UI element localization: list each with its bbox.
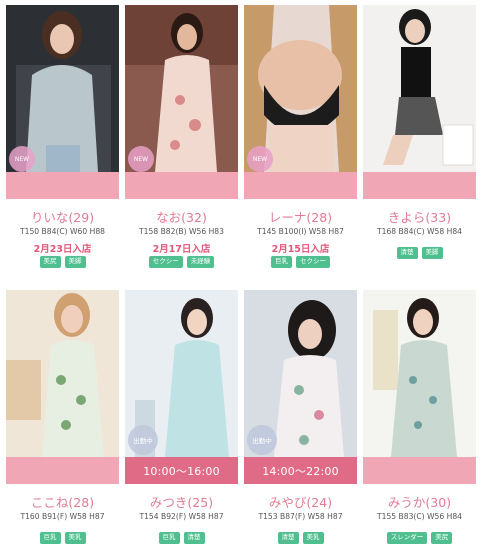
cast-stats: T155 B83(C) W56 H84 bbox=[376, 512, 463, 521]
cast-card[interactable]: きよら(33) T168 B84(C) W58 H84 清楚 美脚 bbox=[363, 5, 476, 273]
cast-name[interactable]: りいな(29) bbox=[6, 207, 119, 226]
cast-photo[interactable]: 出勤中 bbox=[244, 290, 357, 457]
tag: 美脚 bbox=[421, 247, 443, 259]
tag: 清楚 bbox=[396, 247, 418, 259]
cast-card[interactable]: 出勤中 14:00〜22:00 みやび(24) T153 B87(F) W58 … bbox=[244, 290, 357, 558]
cast-photo[interactable]: NEW bbox=[6, 5, 119, 172]
cast-photo[interactable]: NEW bbox=[244, 5, 357, 172]
tag: スレンダー bbox=[386, 532, 428, 544]
tag: 巨乳 bbox=[39, 532, 61, 544]
cast-card[interactable]: NEW りいな(29) T150 B84(C) W60 H88 2月23日入店 … bbox=[6, 5, 119, 273]
cast-card[interactable]: NEW なお(32) T158 B82(B) W56 H83 2月17日入店 セ… bbox=[125, 5, 238, 273]
cast-stats: T145 B100(I) W58 H87 bbox=[257, 227, 344, 236]
status-bar bbox=[363, 457, 476, 484]
tag-list: 清楚 美脚 bbox=[363, 247, 476, 259]
shift-time: 10:00〜16:00 bbox=[125, 457, 238, 484]
on-duty-badge: 出勤中 bbox=[128, 425, 158, 455]
photo-illustration bbox=[363, 5, 476, 172]
tag-list: 巨乳 セクシー bbox=[244, 256, 357, 268]
tag: 巨乳 bbox=[271, 256, 292, 268]
cast-stats: T168 B84(C) W58 H84 bbox=[376, 227, 463, 236]
new-badge: NEW bbox=[247, 146, 273, 172]
tag-list: セクシー 未経験 bbox=[125, 256, 238, 268]
cast-stats: T150 B84(C) W60 H88 bbox=[19, 227, 106, 236]
status-bar bbox=[6, 457, 119, 484]
cast-photo[interactable] bbox=[363, 290, 476, 457]
cast-name[interactable]: みやび(24) bbox=[244, 492, 357, 511]
cast-photo[interactable] bbox=[363, 5, 476, 172]
entry-date: 2月17日入店 bbox=[152, 244, 211, 255]
status-bar bbox=[363, 172, 476, 199]
status-bar bbox=[244, 172, 357, 199]
tag: 美尻 bbox=[431, 532, 453, 544]
tag: 巨乳 bbox=[158, 532, 180, 544]
new-badge: NEW bbox=[9, 146, 35, 172]
tag-list: 巨乳 美乳 bbox=[6, 532, 119, 544]
tag-list: 清楚 美乳 bbox=[244, 532, 357, 544]
cast-card[interactable]: みうか(30) T155 B83(C) W56 H84 スレンダー 美尻 bbox=[363, 290, 476, 558]
new-badge: NEW bbox=[128, 146, 154, 172]
tag: セクシー bbox=[148, 256, 183, 268]
cast-name[interactable]: レーナ(28) bbox=[244, 207, 357, 226]
entry-date: 2月23日入店 bbox=[33, 244, 92, 255]
cast-stats: T160 B91(F) W58 H87 bbox=[20, 512, 105, 521]
tag: 美乳 bbox=[64, 532, 86, 544]
tag: 美尻 bbox=[39, 256, 61, 268]
cast-card[interactable]: 出勤中 10:00〜16:00 みつき(25) T154 B92(F) W58 … bbox=[125, 290, 238, 558]
tag-list: スレンダー 美尻 bbox=[363, 532, 476, 544]
tag: セクシー bbox=[296, 256, 330, 268]
tag: 未経験 bbox=[186, 256, 215, 268]
shift-time: 14:00〜22:00 bbox=[244, 457, 357, 484]
cast-stats: T153 B87(F) W58 H87 bbox=[258, 512, 343, 521]
cast-card[interactable]: ここね(28) T160 B91(F) W58 H87 巨乳 美乳 bbox=[6, 290, 119, 558]
cast-photo[interactable] bbox=[6, 290, 119, 457]
cast-stats: T158 B82(B) W56 H83 bbox=[139, 227, 224, 236]
photo-illustration bbox=[6, 290, 119, 457]
photo-illustration bbox=[363, 290, 476, 457]
status-bar bbox=[6, 172, 119, 199]
cast-name[interactable]: みつき(25) bbox=[125, 492, 238, 511]
tag-list: 巨乳 清楚 bbox=[125, 532, 238, 544]
cast-card[interactable]: NEW レーナ(28) T145 B100(I) W58 H87 2月15日入店… bbox=[244, 5, 357, 273]
tag-list: 美尻 美脚 bbox=[6, 256, 119, 268]
cast-photo[interactable]: 出勤中 bbox=[125, 290, 238, 457]
cast-name[interactable]: みうか(30) bbox=[363, 492, 476, 511]
tag: 清楚 bbox=[183, 532, 205, 544]
status-bar bbox=[125, 172, 238, 199]
cast-name[interactable]: なお(32) bbox=[125, 207, 238, 226]
on-duty-badge: 出勤中 bbox=[247, 425, 277, 455]
cast-name[interactable]: きよら(33) bbox=[363, 207, 476, 226]
cast-photo[interactable]: NEW bbox=[125, 5, 238, 172]
tag: 美脚 bbox=[64, 256, 86, 268]
tag: 美乳 bbox=[302, 532, 324, 544]
cast-name[interactable]: ここね(28) bbox=[6, 492, 119, 511]
entry-date: 2月15日入店 bbox=[271, 244, 330, 255]
cast-stats: T154 B92(F) W58 H87 bbox=[139, 512, 224, 521]
tag: 清楚 bbox=[277, 532, 299, 544]
